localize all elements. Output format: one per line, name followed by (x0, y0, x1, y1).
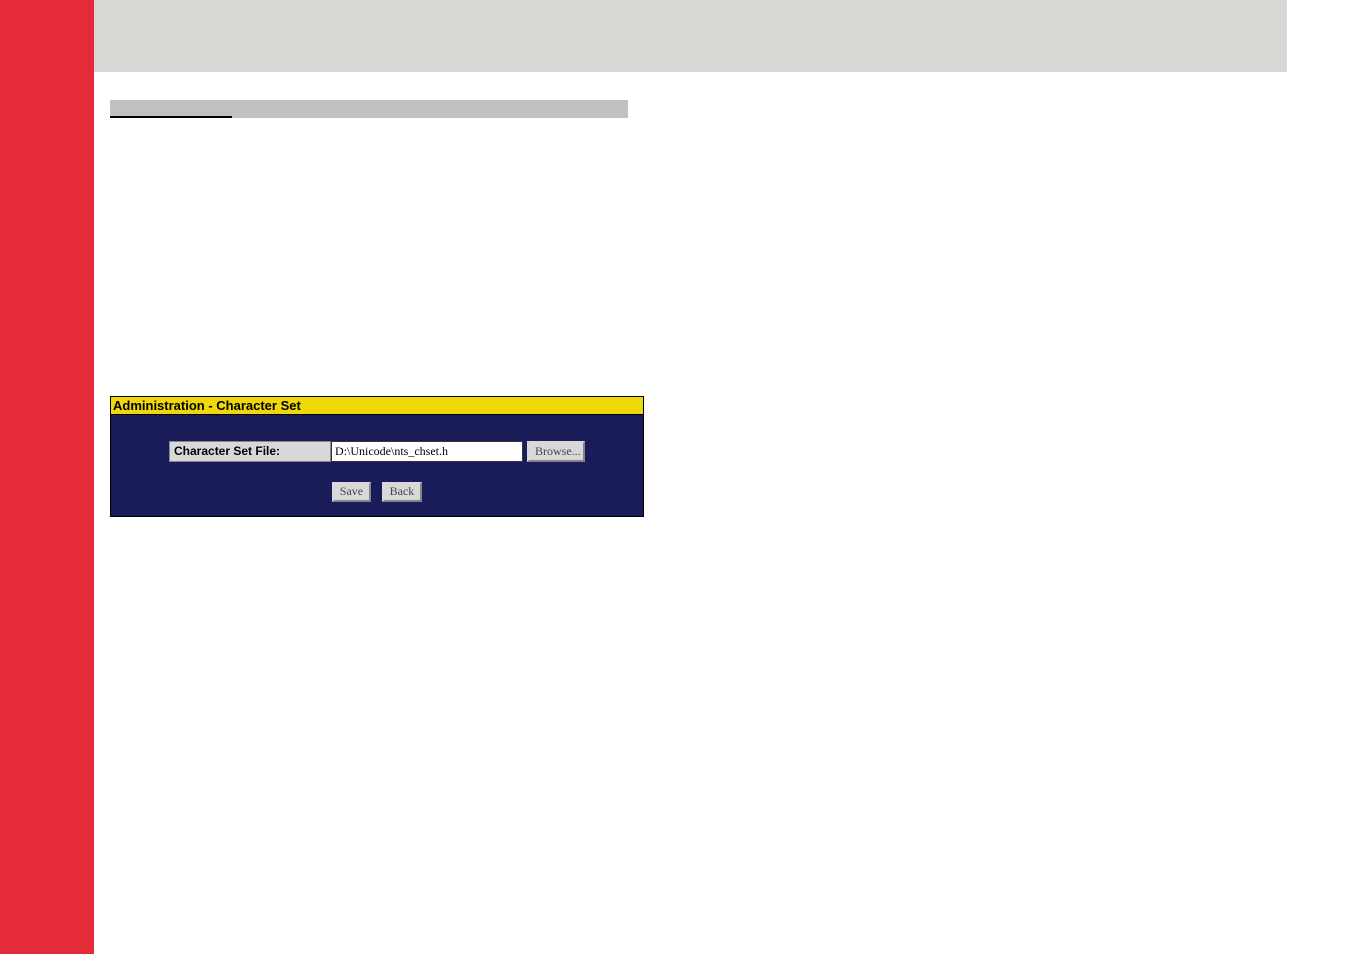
panel-title: Administration - Character Set (111, 397, 643, 415)
button-row: Save Back (127, 482, 627, 504)
back-button[interactable]: Back (382, 482, 423, 502)
panel-body: Character Set File: Browse... Save Back (111, 415, 643, 516)
main-content: Administration - Character Set Character… (94, 72, 1351, 954)
left-sidebar (0, 0, 94, 954)
top-bar (94, 0, 1287, 72)
charset-file-input[interactable] (331, 441, 523, 462)
browse-button[interactable]: Browse... (527, 441, 585, 462)
charset-file-label: Character Set File: (169, 441, 331, 462)
file-row: Character Set File: Browse... (127, 441, 627, 462)
save-button[interactable]: Save (332, 482, 371, 502)
breadcrumb-underline (110, 116, 232, 118)
breadcrumb-bar (110, 100, 628, 118)
character-set-panel: Administration - Character Set Character… (110, 396, 644, 517)
